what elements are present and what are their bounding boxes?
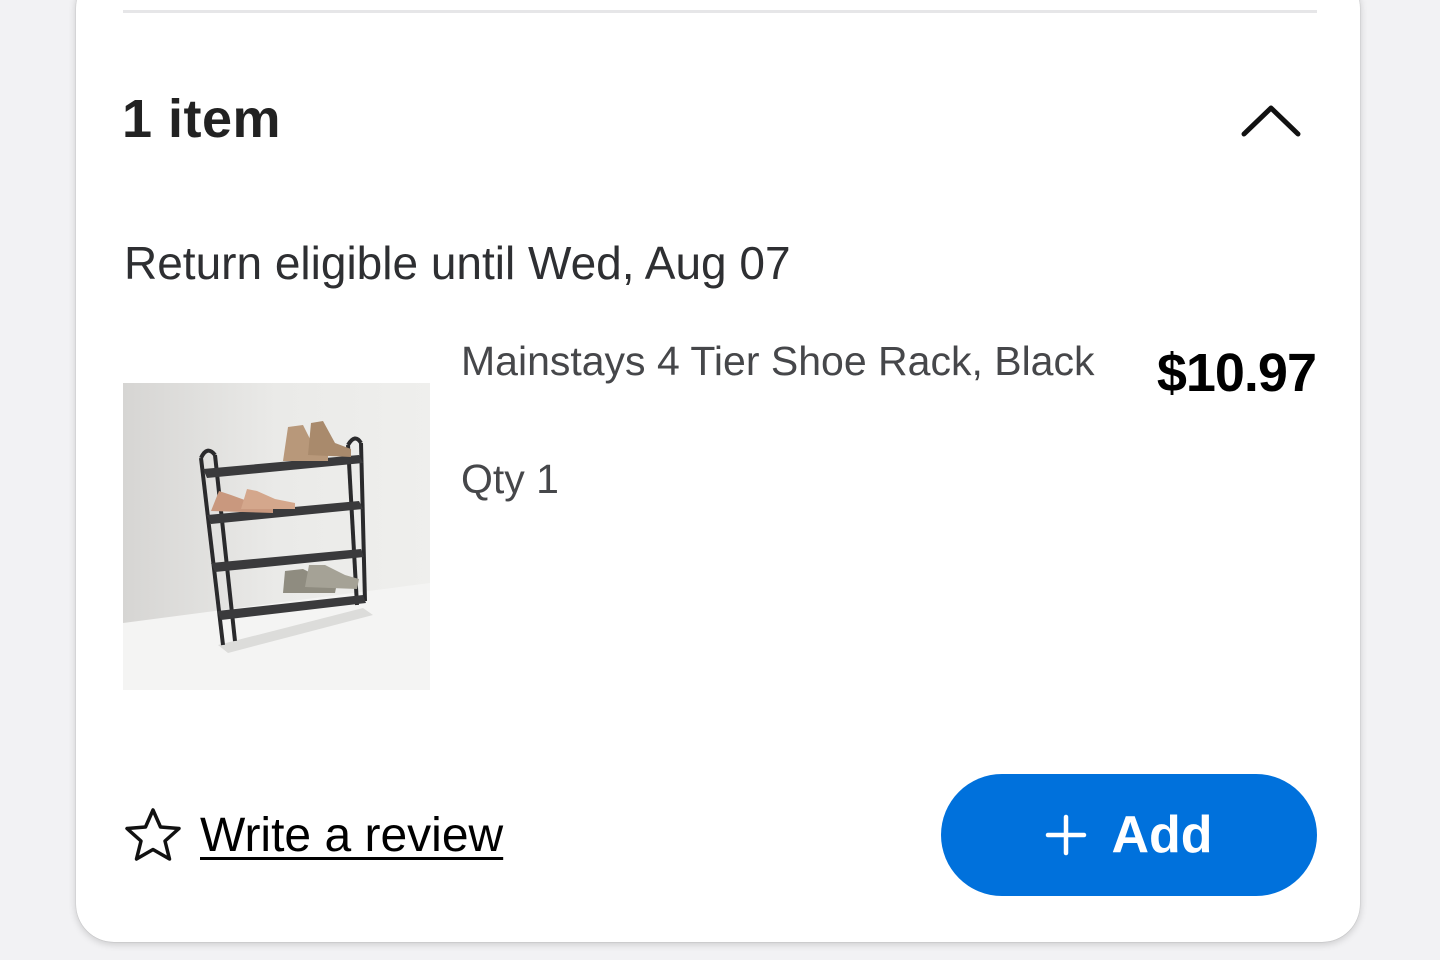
shoe-rack-image — [123, 383, 430, 690]
product-name[interactable]: Mainstays 4 Tier Shoe Rack, Black — [461, 338, 1094, 385]
collapse-button[interactable] — [1236, 96, 1306, 144]
write-review-link[interactable]: Write a review — [124, 806, 503, 864]
order-items-card: 1 item Return eligible until Wed, Aug 07 — [76, 0, 1360, 942]
plus-icon — [1046, 814, 1087, 856]
return-eligibility-text: Return eligible until Wed, Aug 07 — [124, 237, 791, 289]
item-count-heading: 1 item — [122, 89, 282, 149]
product-image[interactable] — [123, 383, 430, 690]
divider — [123, 10, 1317, 13]
write-review-label: Write a review — [200, 808, 504, 862]
add-to-cart-button[interactable]: Add — [941, 774, 1317, 896]
star-outline-icon — [125, 808, 181, 861]
add-button-label: Add — [1111, 806, 1213, 864]
product-price: $10.97 — [1156, 343, 1317, 403]
product-quantity: Qty 1 — [461, 456, 559, 502]
chevron-up-icon — [1241, 105, 1301, 137]
